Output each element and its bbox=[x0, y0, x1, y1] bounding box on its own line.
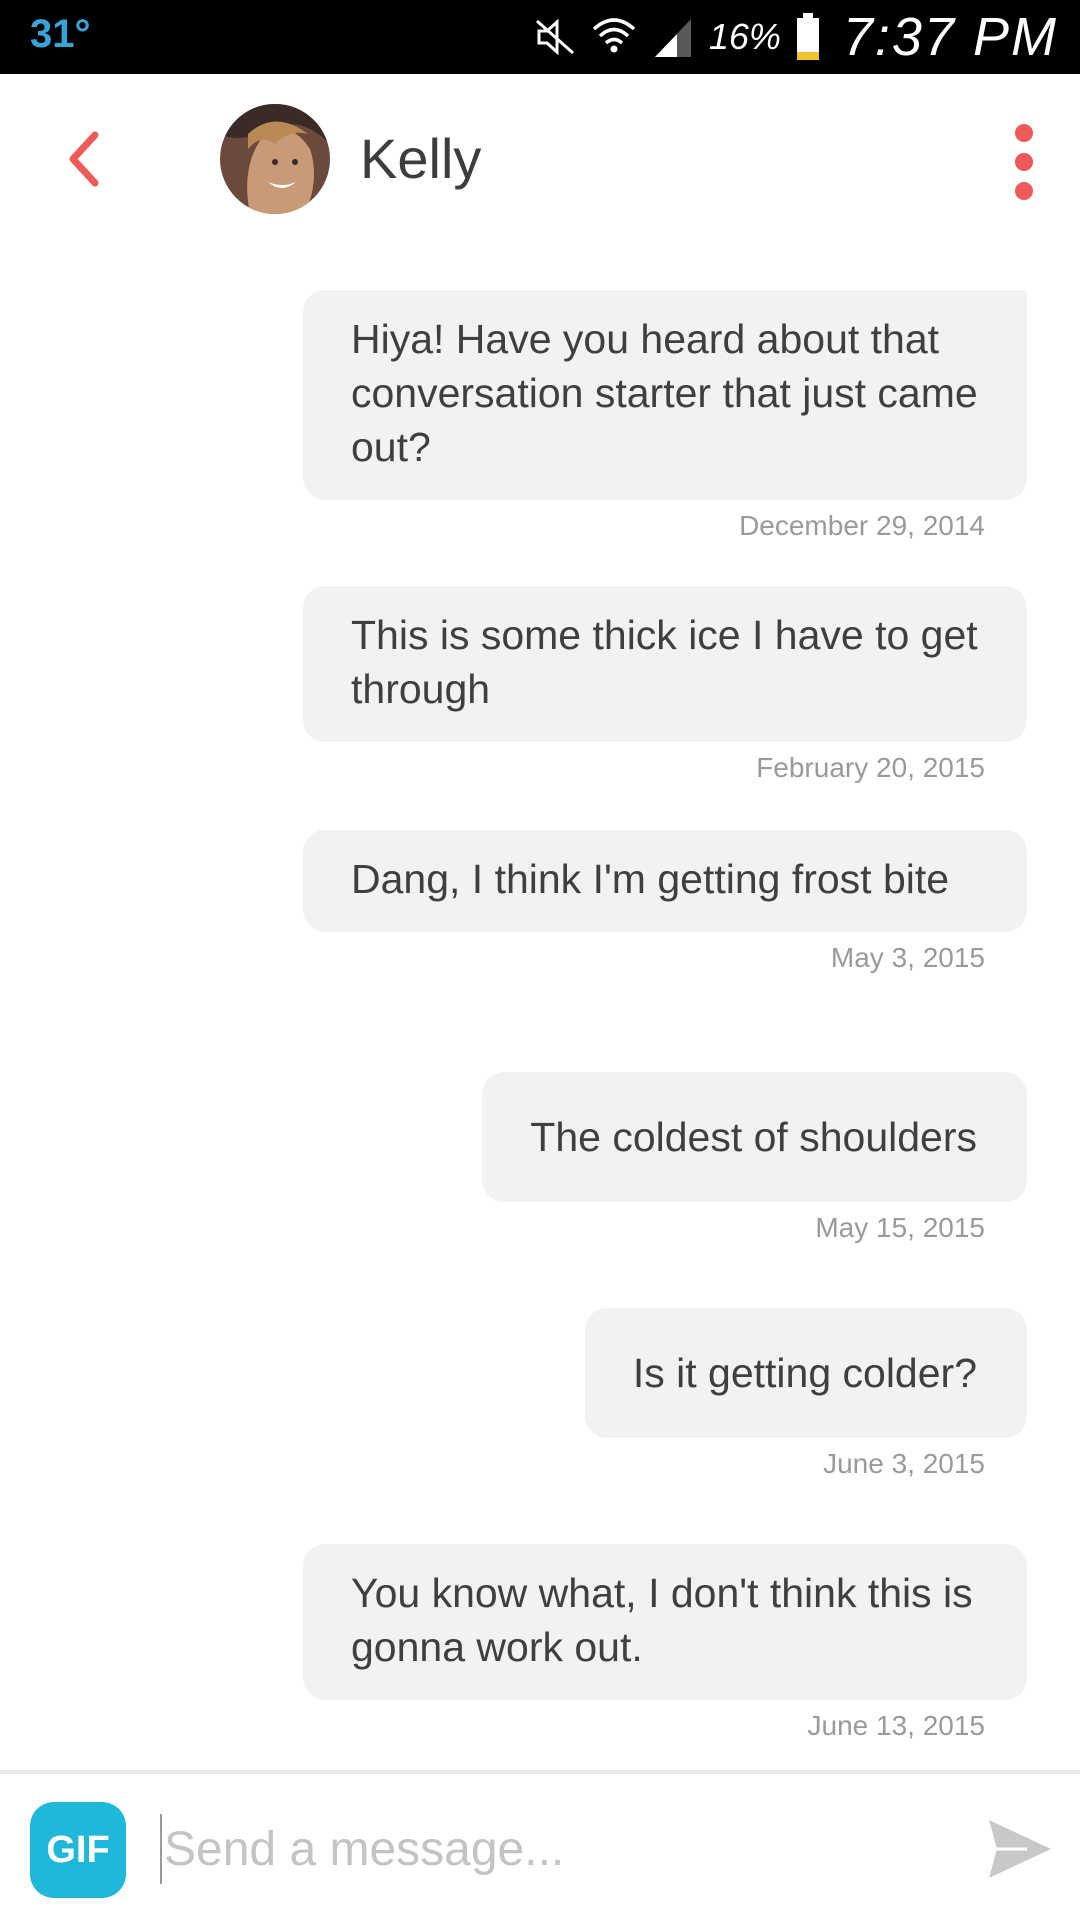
signal-icon bbox=[651, 15, 695, 59]
message-list[interactable]: Hiya! Have you heard about that conversa… bbox=[0, 244, 1080, 1770]
contact-name[interactable]: Kelly bbox=[360, 126, 481, 191]
message-composer: GIF bbox=[0, 1770, 1080, 1920]
temperature-indicator: 31° bbox=[30, 12, 91, 56]
message-item: Is it getting colder? June 3, 2015 bbox=[584, 1308, 1027, 1480]
message-bubble[interactable]: Dang, I think I'm getting frost bite bbox=[303, 830, 1027, 932]
message-item: Hiya! Have you heard about that conversa… bbox=[303, 290, 1027, 542]
status-bar: 31° 16% 7:37 PM bbox=[0, 0, 1080, 74]
gif-button[interactable]: GIF bbox=[30, 1802, 126, 1898]
send-button[interactable] bbox=[985, 1814, 1055, 1884]
message-timestamp: May 15, 2015 bbox=[815, 1212, 985, 1243]
wifi-icon bbox=[591, 15, 637, 59]
send-icon bbox=[989, 1820, 1051, 1878]
message-item: Dang, I think I'm getting frost bite May… bbox=[303, 830, 1027, 974]
message-bubble[interactable]: Hiya! Have you heard about that conversa… bbox=[303, 290, 1027, 500]
message-bubble[interactable]: This is some thick ice I have to get thr… bbox=[303, 586, 1027, 742]
status-icons: 16% 7:37 PM bbox=[533, 0, 1058, 74]
message-timestamp: December 29, 2014 bbox=[739, 510, 985, 541]
more-vertical-icon bbox=[1015, 124, 1033, 142]
message-timestamp: February 20, 2015 bbox=[756, 752, 985, 783]
message-input[interactable] bbox=[160, 1814, 944, 1884]
chat-header: Kelly bbox=[0, 74, 1080, 244]
message-bubble[interactable]: The coldest of shoulders bbox=[482, 1072, 1027, 1202]
back-button[interactable] bbox=[50, 124, 120, 194]
message-item: The coldest of shoulders May 15, 2015 bbox=[482, 1072, 1027, 1244]
message-item: You know what, I don't think this is gon… bbox=[303, 1544, 1027, 1742]
mute-icon bbox=[533, 17, 577, 57]
message-timestamp: May 3, 2015 bbox=[830, 942, 985, 973]
message-item: This is some thick ice I have to get thr… bbox=[303, 586, 1027, 784]
more-options-button[interactable] bbox=[1000, 124, 1048, 200]
avatar[interactable] bbox=[220, 104, 330, 214]
message-bubble[interactable]: Is it getting colder? bbox=[584, 1308, 1027, 1438]
message-timestamp: June 13, 2015 bbox=[807, 1710, 986, 1741]
battery-icon bbox=[795, 12, 821, 62]
message-bubble[interactable]: You know what, I don't think this is gon… bbox=[303, 1544, 1027, 1700]
clock: 7:37 PM bbox=[842, 7, 1058, 67]
message-timestamp: June 3, 2015 bbox=[823, 1448, 985, 1479]
battery-percent: 16% bbox=[708, 16, 781, 57]
chevron-left-icon bbox=[69, 131, 99, 187]
